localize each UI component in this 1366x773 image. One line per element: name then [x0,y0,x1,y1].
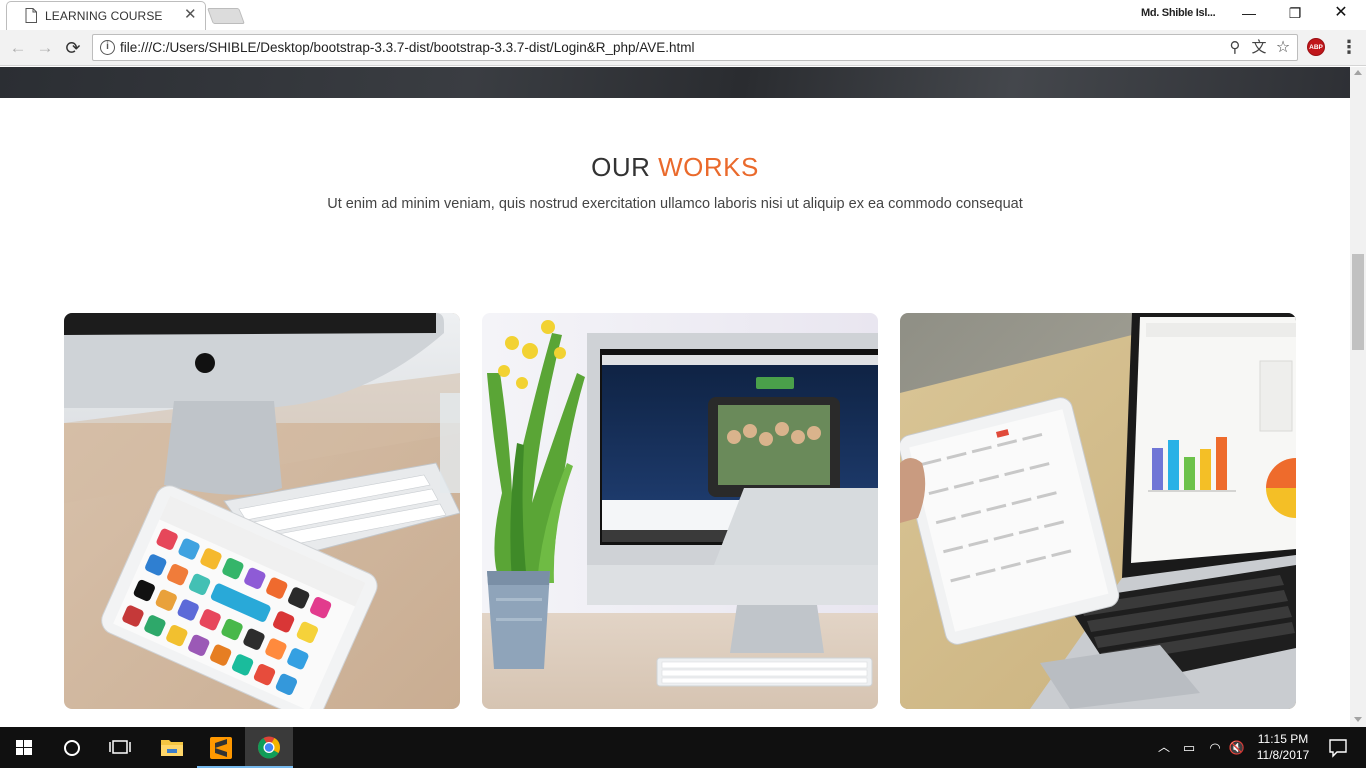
info-icon[interactable]: i [100,40,115,55]
bookmark-star-icon[interactable]: ☆ [1274,39,1292,57]
document-icon [25,8,37,23]
browser-toolbar: ← → ⟳ i file:///C:/Users/SHIBLE/Desktop/… [0,30,1366,66]
zoom-icon[interactable]: ⚲ [1226,39,1244,57]
folder-icon [161,740,183,756]
scroll-down-arrow-icon[interactable] [1354,717,1362,722]
sublime-text-icon [210,737,232,759]
cortana-circle-icon [64,740,80,756]
restore-button[interactable]: ❐ [1272,2,1318,26]
work-card-2[interactable] [482,313,878,709]
tab-title: LEARNING COURSE [45,9,163,23]
chrome-icon [258,736,280,759]
task-view-button[interactable] [96,727,144,768]
reload-icon[interactable]: ⟳ [62,37,84,59]
section-heading: OUR WORKS [0,152,1350,183]
new-tab-button[interactable] [207,8,245,24]
clock-time: 11:15 PM [1257,732,1309,746]
tab-close-icon[interactable]: ✕ [184,6,197,24]
adblock-plus-icon[interactable]: ABP [1307,38,1325,56]
page-viewport: OUR WORKS Ut enim ad minim veniam, quis … [0,67,1350,727]
heading-part-our: OUR [591,152,659,182]
work-card-3[interactable] [900,313,1296,709]
url-text[interactable]: file:///C:/Users/SHIBLE/Desktop/bootstra… [120,40,695,55]
task-view-icon [109,740,131,754]
work-card-1[interactable] [64,313,460,709]
windows-taskbar: ︿ ▭ ◠ 🔇 11:15 PM 11/8/2017 [0,727,1366,768]
notification-icon [1329,739,1347,758]
search-button[interactable] [48,727,96,768]
tray-chevron-icon[interactable]: ︿ [1155,727,1173,768]
work-image-imac-ipad [64,313,460,709]
start-button[interactable] [0,727,48,768]
chrome-button[interactable] [245,727,293,768]
minimize-button[interactable]: — [1226,2,1272,26]
taskbar-clock[interactable]: 11:15 PM 11/8/2017 [1252,731,1314,763]
file-explorer-button[interactable] [148,727,196,768]
heading-part-works: WORKS [658,152,759,182]
profile-name[interactable]: Md. Shible Isl... [1141,7,1216,19]
back-arrow-icon[interactable]: ← [7,37,29,59]
close-window-button[interactable]: ✕ [1318,2,1364,26]
scroll-thumb[interactable] [1352,254,1364,350]
work-image-imac-facebook [482,313,878,709]
browser-tabstrip: LEARNING COURSE ✕ Md. Shible Isl... — ❐ … [0,0,1366,30]
section-subtitle: Ut enim ad minim veniam, quis nostrud ex… [327,196,1023,212]
translate-icon[interactable]: 文 [1250,39,1268,57]
windows-logo-icon [16,740,32,755]
scroll-up-arrow-icon[interactable] [1354,70,1362,75]
page-scrollbar[interactable] [1350,67,1366,727]
action-center-button[interactable] [1318,727,1358,768]
battery-icon[interactable]: ▭ [1178,727,1200,768]
address-bar[interactable]: i file:///C:/Users/SHIBLE/Desktop/bootst… [92,34,1298,61]
forward-arrow-icon[interactable]: → [34,37,56,59]
sublime-text-button[interactable] [197,727,245,768]
clock-date: 11/8/2017 [1256,748,1310,762]
browser-tab[interactable]: LEARNING COURSE ✕ [6,1,206,30]
browser-menu-icon[interactable]: ⋮ [1340,38,1358,58]
hero-banner-bottom [0,67,1350,98]
work-image-macbook-chart [900,313,1296,709]
volume-muted-icon[interactable]: 🔇 [1226,727,1248,768]
wifi-icon[interactable]: ◠ [1204,727,1226,768]
